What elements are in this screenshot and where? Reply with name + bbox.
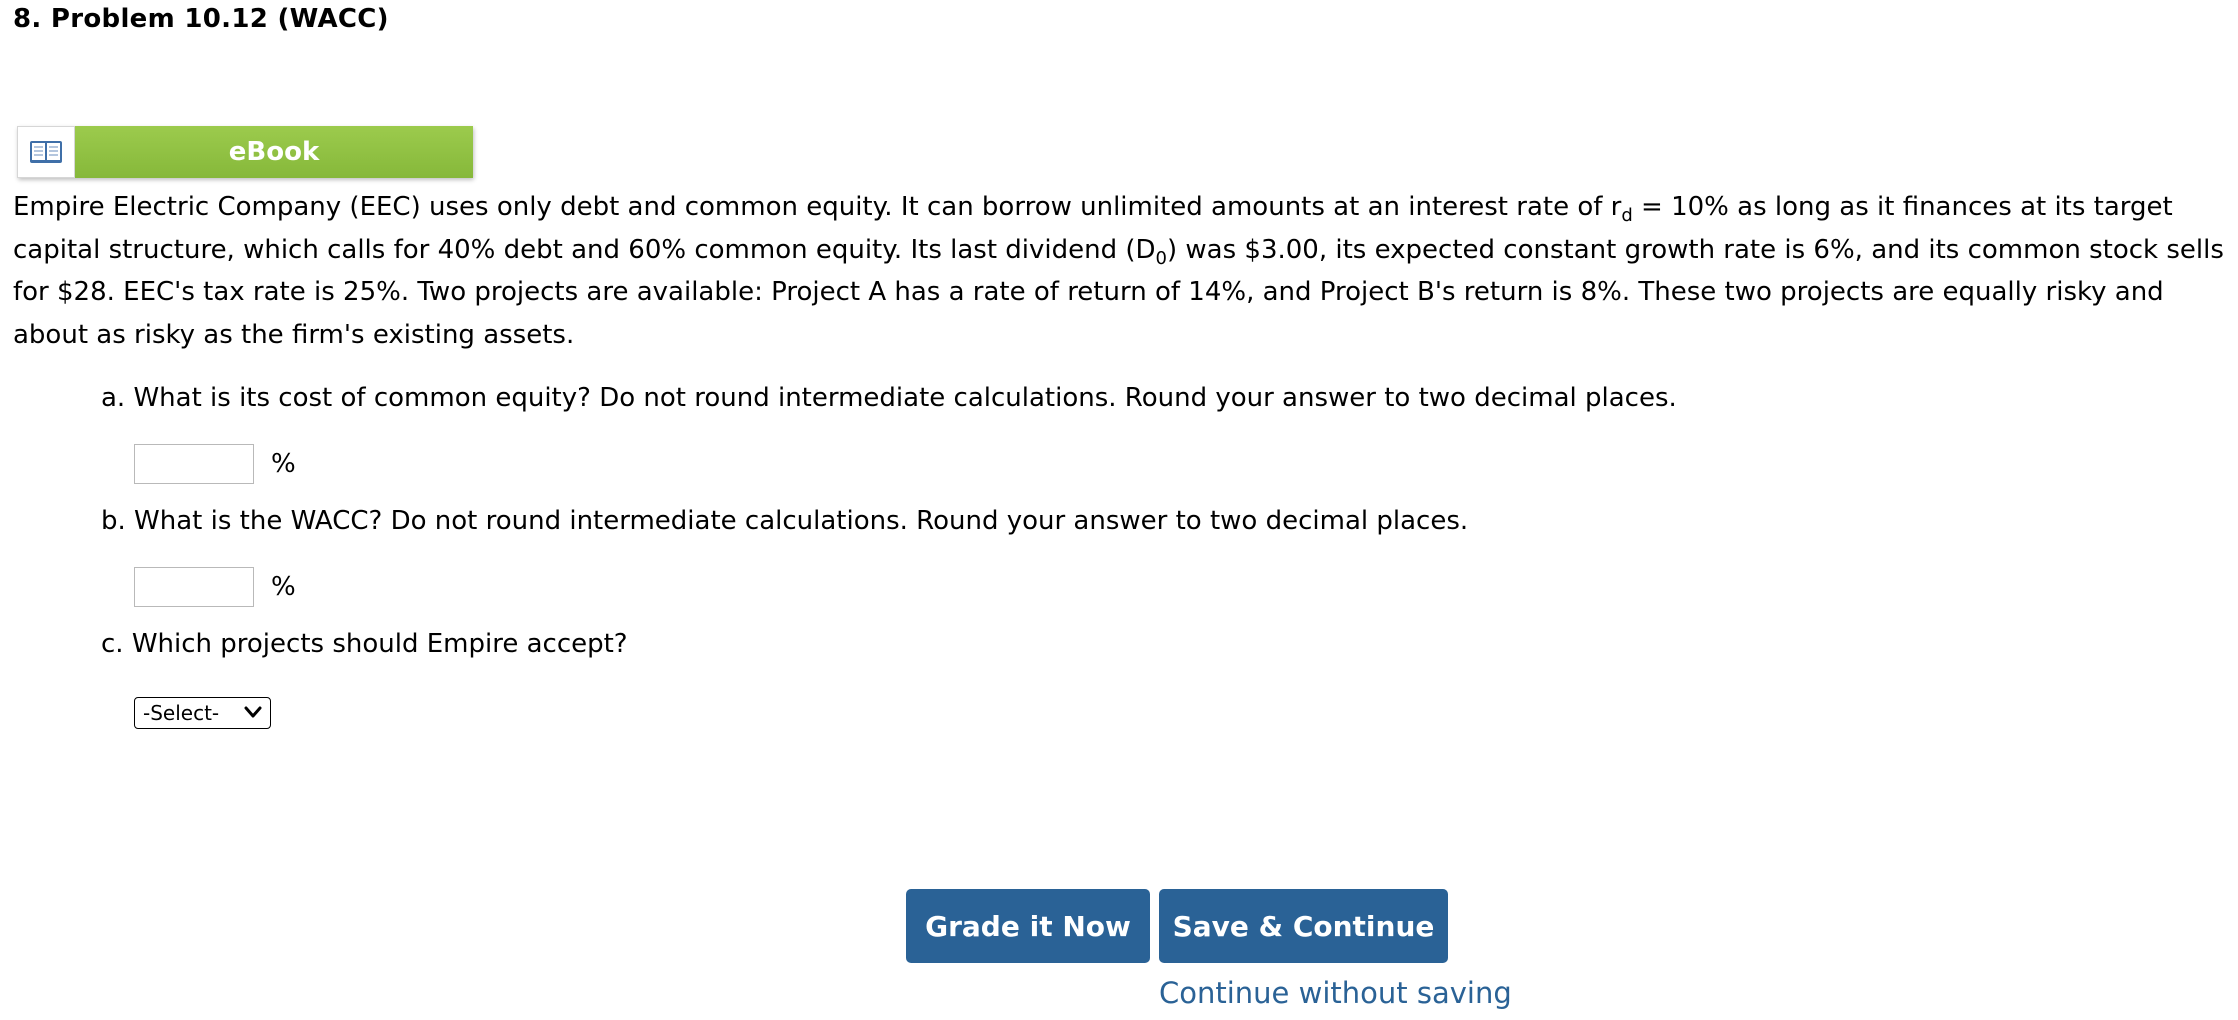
save-and-continue-button[interactable]: Save & Continue (1159, 889, 1448, 963)
problem-title: 8. Problem 10.12 (WACC) (13, 4, 389, 34)
book-icon (17, 126, 75, 178)
problem-statement: Empire Electric Company (EEC) uses only … (13, 186, 2233, 356)
subscript-0: 0 (1155, 247, 1167, 269)
question-c: c. Which projects should Empire accept? (101, 629, 628, 659)
answer-input-b[interactable] (134, 567, 254, 607)
ebook-label: eBook (75, 126, 473, 178)
unit-percent-b: % (271, 572, 296, 602)
project-select-dropdown[interactable]: -Select- (134, 697, 271, 729)
subscript-d: d (1621, 205, 1633, 227)
problem-statement-part1: Empire Electric Company (EEC) uses only … (13, 192, 1622, 222)
grade-it-now-button[interactable]: Grade it Now (906, 889, 1150, 963)
question-a: a. What is its cost of common equity? Do… (101, 383, 1677, 413)
answer-row-a: % (134, 444, 296, 484)
question-b: b. What is the WACC? Do not round interm… (101, 506, 1469, 536)
answer-input-a[interactable] (134, 444, 254, 484)
select-value: -Select- (143, 701, 220, 725)
unit-percent-a: % (271, 449, 296, 479)
answer-row-b: % (134, 567, 296, 607)
continue-without-saving-link[interactable]: Continue without saving (1159, 976, 1512, 1010)
chevron-down-icon (243, 702, 263, 727)
ebook-button[interactable]: eBook (17, 126, 473, 178)
